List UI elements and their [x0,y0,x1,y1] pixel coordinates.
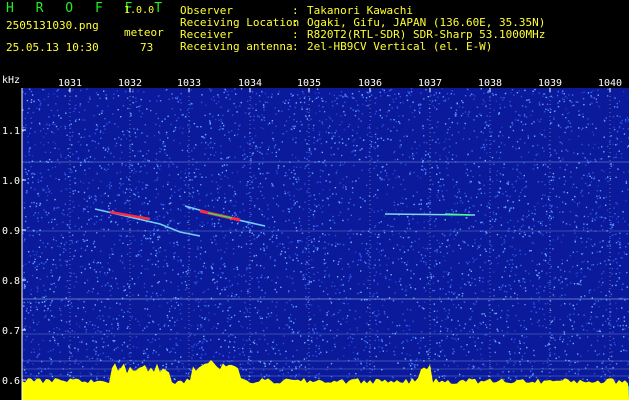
y-tick-label: 0.7 [2,326,20,337]
x-tick-label: 1036 [358,78,382,89]
spectrogram: 1.1 1.0 0.9 0.8 0.7 0.6 kHz 1031 1032 1033 1034 103… [0,74,629,400]
x-tick-label: 1031 [58,78,82,89]
app-version: 1.0.0 [124,5,155,16]
info-label-antenna: Receiving antenna [180,40,293,53]
x-tick-label: 1033 [177,78,201,89]
meteor-label: meteor [124,26,164,39]
x-tick-label: 1038 [478,78,502,89]
y-tick-label: 1.1 [2,126,20,137]
header-panel: H R O F F T 1.0.0 2505131030.png meteor … [0,0,629,74]
x-tick-label: 1040 [598,78,622,89]
filename: 2505131030.png [6,19,99,32]
x-tick-label: 1039 [538,78,562,89]
x-tick-label: 1034 [238,78,262,89]
y-tick-label: 0.9 [2,226,20,237]
y-tick-label: 1.0 [2,176,20,187]
x-tick-label: 1032 [118,78,142,89]
y-tick-label: 0.6 [2,376,20,387]
x-tick-label: 1037 [418,78,442,89]
spectrogram-background [22,88,629,400]
x-tick-label: 1035 [297,78,321,89]
info-value-antenna: 2el-HB9CV Vertical (el. E-W) [307,40,493,53]
datetime: 25.05.13 10:30 [6,41,99,54]
y-tick-label: 0.8 [2,276,20,287]
info-colon: : [292,40,299,53]
meteor-count: 73 [140,41,154,54]
echo-core [444,213,471,216]
y-axis-label: kHz [2,75,20,86]
